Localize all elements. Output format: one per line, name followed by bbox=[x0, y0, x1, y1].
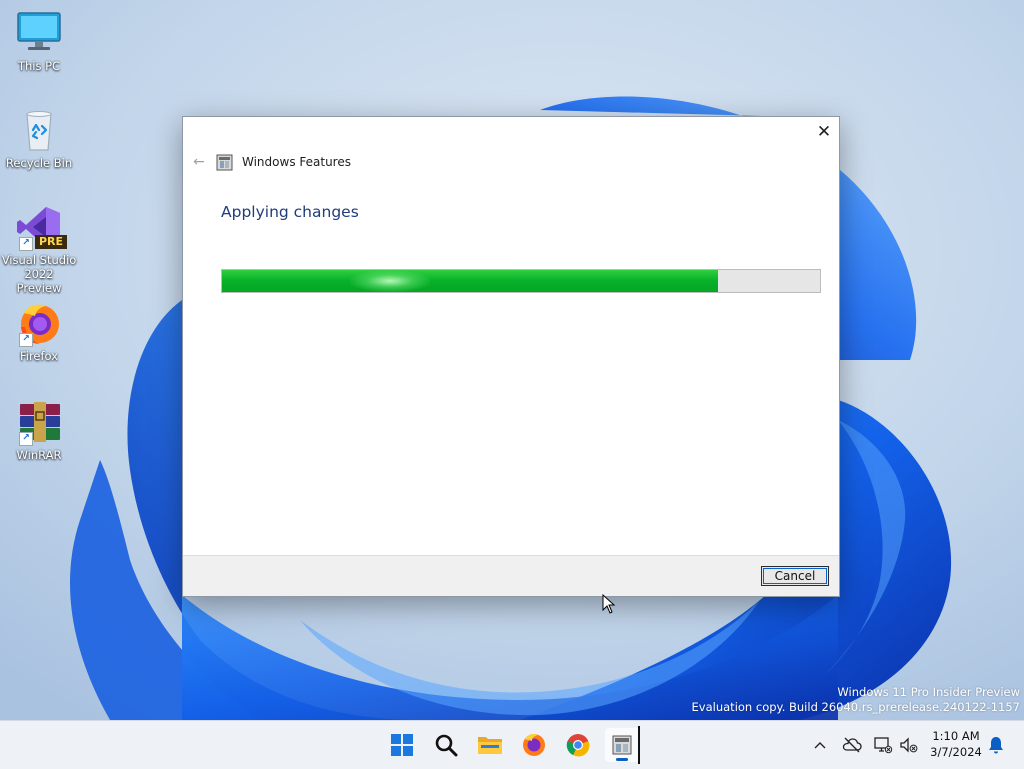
cloud-offline-icon bbox=[842, 737, 862, 753]
firefox-taskbar-button[interactable] bbox=[517, 728, 551, 762]
monitor-icon bbox=[17, 12, 61, 50]
desktop-icon-visual-studio[interactable]: PRE ↗ Visual Studio 2022 Preview bbox=[1, 205, 77, 295]
dialog-header: ← Windows Features bbox=[191, 153, 351, 171]
dialog-title: Windows Features bbox=[242, 155, 351, 169]
network-disconnected-icon bbox=[874, 737, 893, 754]
start-button[interactable] bbox=[385, 728, 419, 762]
volume-tray-button[interactable] bbox=[898, 735, 920, 755]
onedrive-tray-button[interactable] bbox=[841, 735, 863, 755]
windows-features-dialog: ✕ ← Windows Features Applying changes Ca… bbox=[182, 116, 840, 597]
taskbar: 1:10 AM 3/7/2024 bbox=[0, 720, 1024, 769]
desktop-icon-label: Recycle Bin bbox=[5, 156, 73, 170]
clock-time: 1:10 AM bbox=[932, 729, 980, 743]
watermark-line-2: Evaluation copy. Build 26040.rs_prerelea… bbox=[691, 700, 1020, 714]
chevron-up-icon bbox=[814, 742, 826, 749]
desktop-icon-label: This PC bbox=[17, 59, 61, 73]
folder-icon bbox=[478, 737, 502, 754]
clock-date: 3/7/2024 bbox=[930, 745, 982, 759]
desktop-icon-label: WinRAR bbox=[16, 448, 62, 462]
search-icon bbox=[435, 734, 458, 757]
recycle-bin-icon bbox=[26, 111, 52, 151]
windows-features-icon bbox=[216, 154, 233, 170]
windows-logo-icon bbox=[391, 734, 413, 756]
cancel-button[interactable]: Cancel bbox=[761, 566, 829, 586]
desktop-icon-label: Visual Studio 2022 Preview bbox=[1, 253, 77, 295]
evaluation-watermark: Windows 11 Pro Insider Preview Evaluatio… bbox=[692, 685, 1020, 715]
file-explorer-button[interactable] bbox=[473, 728, 507, 762]
progress-bar bbox=[221, 269, 821, 293]
show-hidden-icons-button[interactable] bbox=[809, 735, 831, 755]
shortcut-arrow-icon: ↗ bbox=[19, 333, 33, 347]
search-button[interactable] bbox=[429, 728, 463, 762]
progress-fill bbox=[222, 270, 719, 292]
notifications-button[interactable] bbox=[985, 735, 1007, 755]
windows-features-icon bbox=[612, 735, 632, 755]
text-caret bbox=[638, 726, 640, 764]
close-button[interactable]: ✕ bbox=[811, 119, 837, 145]
system-clock[interactable]: 1:10 AM 3/7/2024 bbox=[926, 728, 986, 760]
back-arrow-icon[interactable]: ← bbox=[191, 154, 207, 170]
windows-features-taskbar-button[interactable] bbox=[605, 728, 639, 762]
shortcut-arrow-icon: ↗ bbox=[19, 237, 33, 251]
desktop-icon-firefox[interactable]: ↗ Firefox bbox=[1, 301, 77, 363]
status-heading: Applying changes bbox=[221, 203, 359, 221]
pre-badge: PRE bbox=[35, 235, 68, 249]
network-tray-button[interactable] bbox=[872, 735, 894, 755]
desktop-icon-this-pc[interactable]: This PC bbox=[1, 11, 77, 73]
progress-glow bbox=[350, 270, 430, 292]
close-icon: ✕ bbox=[816, 122, 832, 142]
dialog-footer: Cancel bbox=[183, 555, 839, 596]
firefox-icon bbox=[523, 734, 545, 756]
desktop-icon-winrar[interactable]: ↗ WinRAR bbox=[1, 400, 77, 462]
volume-muted-icon bbox=[900, 737, 918, 753]
watermark-line-1: Windows 11 Pro Insider Preview bbox=[837, 685, 1020, 699]
desktop-icon-recycle-bin[interactable]: Recycle Bin bbox=[1, 108, 77, 170]
chrome-taskbar-button[interactable] bbox=[561, 728, 595, 762]
desktop-icon-label: Firefox bbox=[19, 349, 59, 363]
mouse-cursor-icon bbox=[602, 594, 616, 614]
bell-icon bbox=[989, 737, 1003, 754]
shortcut-arrow-icon: ↗ bbox=[19, 432, 33, 446]
chrome-icon bbox=[566, 734, 590, 757]
active-app-indicator bbox=[616, 758, 628, 761]
